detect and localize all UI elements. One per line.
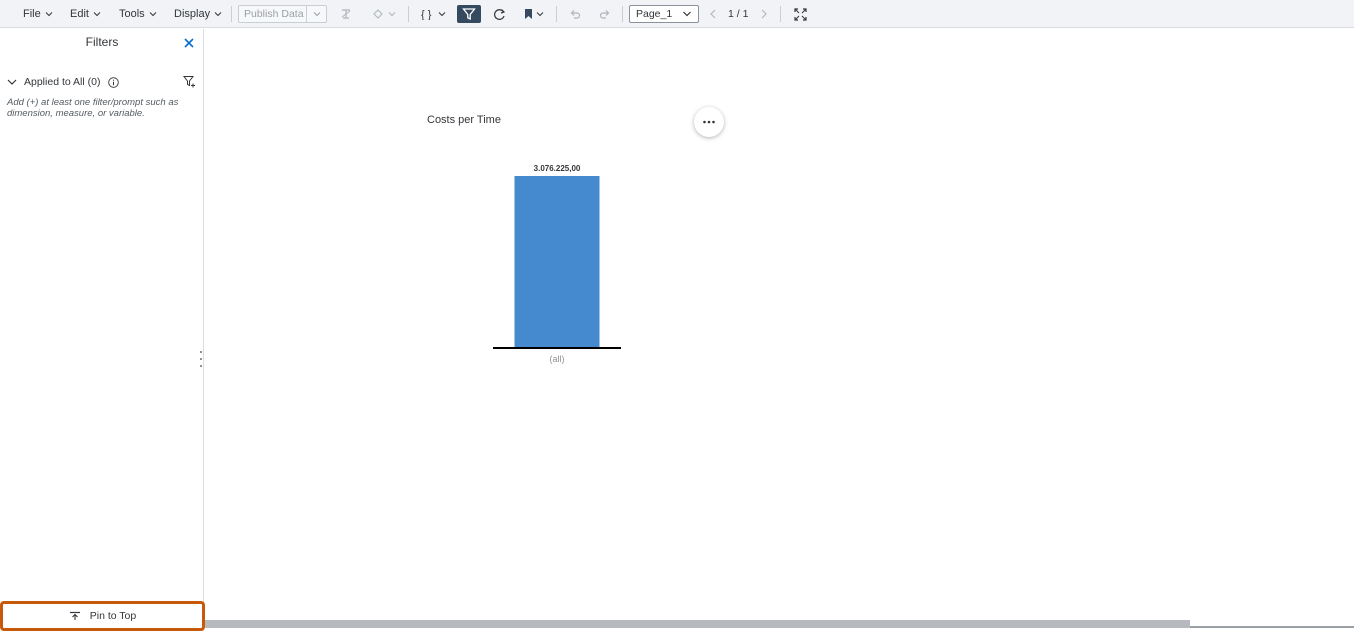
svg-text:{ }: { } <box>421 9 432 20</box>
chevron-down-icon <box>45 12 53 17</box>
chevron-down-icon <box>683 11 691 17</box>
pin-to-top-highlight: Pin to Top <box>0 601 205 631</box>
horizontal-scrollbar[interactable] <box>205 620 1190 628</box>
next-page-icon[interactable] <box>758 5 770 23</box>
bookmark-icon[interactable] <box>521 5 547 23</box>
file-menu-label: File <box>23 8 41 20</box>
filter-panel-toggle-icon[interactable] <box>457 5 481 23</box>
edit-menu-label: Edit <box>70 8 89 20</box>
filters-panel: Filters Applied to All (0) Add (+) at le… <box>0 29 204 631</box>
toolbar-separator <box>622 6 623 22</box>
tools-menu-label: Tools <box>119 8 145 20</box>
display-menu-label: Display <box>174 8 211 20</box>
previous-page-icon[interactable] <box>707 5 719 23</box>
filters-panel-title: Filters <box>85 35 119 49</box>
page-select-value: Page_1 <box>636 8 673 20</box>
bar-value-label-0: 3.076.225,00 <box>534 164 581 173</box>
costs-per-time-chart: 3.076.225,00 (all) <box>493 164 621 364</box>
close-icon[interactable] <box>182 36 196 50</box>
main-toolbar: File Edit Tools Display Publish Data { } <box>0 0 1354 28</box>
pin-icon <box>69 611 80 620</box>
variables-icon[interactable]: { } <box>420 5 448 23</box>
chevron-down-icon <box>214 12 222 17</box>
toolbar-separator <box>556 6 557 22</box>
info-icon[interactable] <box>108 76 120 88</box>
data-action-icon[interactable] <box>370 5 398 23</box>
chart-more-options-button[interactable] <box>694 107 724 137</box>
chevron-down-icon <box>93 12 101 17</box>
add-filter-icon[interactable] <box>183 75 196 88</box>
bar-0[interactable] <box>514 176 600 348</box>
panel-resize-handle[interactable] <box>200 351 203 367</box>
applied-to-all-label: Applied to All (0) <box>24 76 101 88</box>
display-menu[interactable]: Display <box>174 0 222 28</box>
fullscreen-icon[interactable] <box>792 5 808 23</box>
report-canvas: Costs per Time 3.076.225,00 (all) <box>205 29 1354 631</box>
more-icon <box>703 120 715 124</box>
toolbar-separator <box>408 6 409 22</box>
chevron-down-icon <box>313 12 320 17</box>
publish-dropdown[interactable] <box>306 6 326 22</box>
filter-hint-text: Add (+) at least one filter/prompt such … <box>7 97 179 119</box>
undo-icon[interactable] <box>567 5 583 23</box>
publish-data-button[interactable]: Publish Data <box>238 5 327 23</box>
tools-menu[interactable]: Tools <box>119 0 157 28</box>
refresh-icon[interactable] <box>491 5 507 23</box>
clear-formatting-icon[interactable] <box>338 5 354 23</box>
toolbar-separator <box>231 6 232 22</box>
redo-icon[interactable] <box>597 5 613 23</box>
chevron-down-icon <box>149 12 157 17</box>
chart-title: Costs per Time <box>427 114 501 126</box>
toolbar-separator <box>780 6 781 22</box>
page-select[interactable]: Page_1 <box>629 5 699 23</box>
publish-data-label: Publish Data <box>244 8 304 20</box>
category-label-0: (all) <box>550 354 565 364</box>
pin-to-top-label: Pin to Top <box>89 610 137 622</box>
chevron-down-icon <box>7 79 17 85</box>
file-menu[interactable]: File <box>23 0 53 28</box>
edit-menu[interactable]: Edit <box>70 0 101 28</box>
applied-to-all-toggle[interactable]: Applied to All (0) <box>6 75 120 89</box>
page-count: 1 / 1 <box>728 8 749 20</box>
pin-to-top-button[interactable]: Pin to Top <box>6 607 199 625</box>
